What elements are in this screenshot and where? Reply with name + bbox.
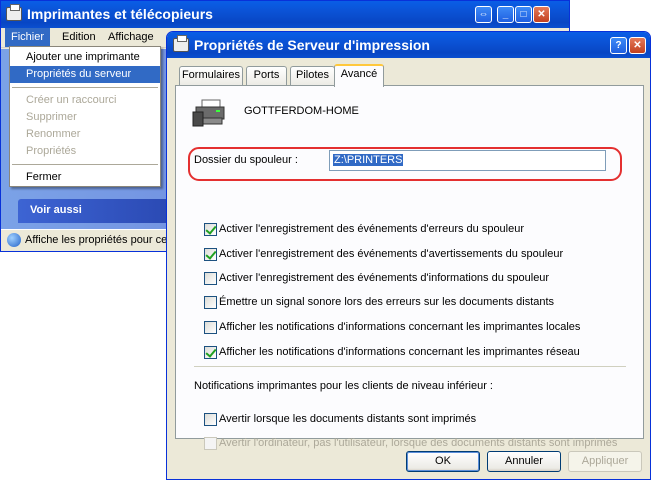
checkbox-label: Avertir lorsque les documents distants s… — [219, 413, 477, 425]
maximize-button[interactable]: □ — [515, 6, 532, 23]
minimize-button[interactable]: _ — [497, 6, 514, 23]
printers-title-bar: Imprimantes et télécopieurs ⇔ _ □ ✕ — [1, 1, 569, 28]
see-also-header[interactable]: Voir aussi — [18, 199, 168, 223]
spool-folder-input[interactable]: Z:\PRINTERS — [329, 150, 606, 171]
menu-item-add-printer[interactable]: Ajouter une imprimante — [10, 49, 160, 66]
checkbox-box[interactable] — [204, 321, 217, 334]
checkbox-label: Activer l'enregistrement des événements … — [219, 223, 525, 235]
checkbox-box[interactable] — [204, 346, 217, 359]
menu-separator — [12, 164, 158, 165]
menu-affichage[interactable]: Affichage — [102, 28, 160, 47]
menu-item-close[interactable]: Fermer — [10, 169, 160, 186]
menu-fichier[interactable]: Fichier — [5, 28, 51, 47]
checkbox-label: Afficher les notifications d'information… — [219, 346, 580, 358]
printer-icon — [173, 35, 189, 52]
print-server-icon — [192, 99, 225, 127]
tab-ports[interactable]: Ports — [246, 66, 287, 85]
tab-avance[interactable]: Avancé — [334, 64, 384, 87]
checkbox-box[interactable] — [204, 248, 217, 261]
status-text: Affiche les propriétés pour ce — [25, 234, 168, 246]
server-name: GOTTFERDOM-HOME — [244, 105, 359, 117]
menu-item-delete: Supprimer — [26, 111, 77, 123]
cancel-button[interactable]: Annuler — [487, 451, 561, 472]
menu-edition[interactable]: Edition — [56, 28, 102, 47]
tab-pilotes[interactable]: Pilotes — [290, 66, 335, 85]
menu-item-properties: Propriétés — [26, 145, 77, 157]
spool-folder-value: Z:\PRINTERS — [333, 154, 404, 166]
menu-item-server-properties[interactable]: Propriétés du serveur — [10, 66, 160, 83]
checkbox-box[interactable] — [204, 296, 217, 309]
tab-formulaires[interactable]: Formulaires — [179, 66, 243, 85]
printers-window-title: Imprimantes et télécopieurs — [27, 6, 213, 22]
checkbox-box[interactable] — [204, 413, 217, 426]
dialog-close-button[interactable]: ✕ — [629, 37, 646, 54]
divider — [194, 366, 626, 367]
menu-item-rename: Renommer — [26, 128, 81, 140]
apply-button: Appliquer — [568, 451, 642, 472]
spool-folder-label: Dossier du spouleur : — [194, 154, 298, 166]
checkbox-label: Émettre un signal sonore lors des erreur… — [219, 296, 555, 308]
checkbox-label: Activer l'enregistrement des événements … — [219, 272, 550, 284]
checkbox-box[interactable] — [204, 223, 217, 236]
dialog-title-bar: Propriétés de Serveur d'impression ? ✕ — [167, 32, 650, 58]
advanced-panel: GOTTFERDOM-HOME Dossier du spouleur : Z:… — [175, 85, 644, 450]
close-button[interactable]: ✕ — [533, 6, 550, 23]
help-button[interactable]: ? — [610, 37, 627, 54]
checkbox-label: Activer l'enregistrement des événements … — [219, 248, 564, 260]
menu-item-create-shortcut: Créer un raccourci — [26, 94, 117, 106]
printer-icon — [6, 4, 22, 21]
downlevel-label: Notifications imprimantes pour les clien… — [194, 380, 493, 392]
checkbox-label: Afficher les notifications d'information… — [219, 321, 581, 333]
checkbox-box[interactable] — [204, 272, 217, 285]
info-icon — [7, 233, 21, 247]
ok-button[interactable]: OK — [406, 451, 480, 472]
menu-separator — [12, 87, 158, 88]
checkbox-label: Avertir l'ordinateur, pas l'utilisateur,… — [219, 437, 618, 449]
file-menu: Ajouter une imprimante Propriétés du ser… — [9, 46, 161, 187]
server-properties-dialog: Propriétés de Serveur d'impression ? ✕ F… — [166, 31, 651, 480]
back-arrows-icon[interactable]: ⇔ — [475, 6, 492, 23]
dialog-title: Propriétés de Serveur d'impression — [194, 37, 430, 53]
checkbox-box — [204, 437, 217, 450]
